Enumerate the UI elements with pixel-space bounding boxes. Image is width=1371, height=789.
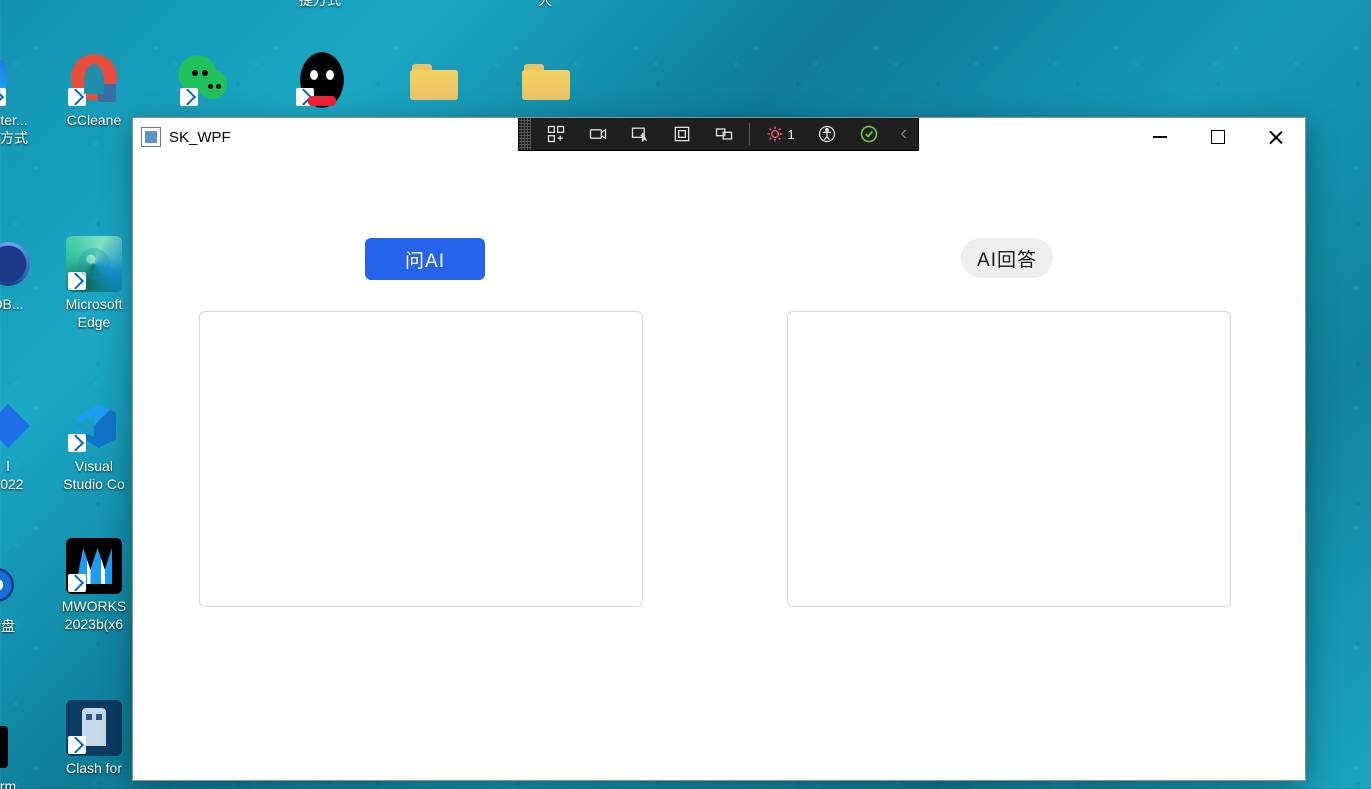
app-window: SK_WPF 1: [132, 117, 1306, 781]
window-controls: [1131, 118, 1305, 156]
hot-reload-button[interactable]: [848, 118, 890, 150]
ask-ai-button[interactable]: 问AI: [365, 238, 485, 280]
desktop-icon-label: DB...: [0, 296, 52, 314]
desktop-icon-label: Microsoft Edge: [50, 296, 138, 331]
pointer-icon: [630, 124, 650, 144]
desktop-icon-clash[interactable]: Clash for: [50, 700, 138, 778]
ccleaner-icon: [66, 52, 122, 108]
desktop-icon-qq[interactable]: [278, 52, 366, 112]
desktop-icon-label: l 2022: [0, 458, 52, 493]
app-icon: [141, 127, 161, 147]
live-visual-tree-button[interactable]: [535, 118, 577, 150]
shortcut-arrow-icon: [0, 88, 6, 106]
right-column: AI回答: [773, 156, 1293, 780]
left-column: 问AI: [185, 156, 705, 780]
minimize-button[interactable]: [1131, 118, 1189, 156]
edge-icon: [66, 236, 122, 292]
app-icon: [0, 52, 42, 108]
desktop-icon-label: rm: [0, 778, 52, 789]
shortcut-arrow-icon: [68, 574, 86, 592]
desktop-label-remnant: 大: [505, 0, 585, 10]
layout-icon: [672, 124, 692, 144]
app-body: 问AI AI回答: [133, 156, 1305, 780]
desktop-icon-folder-1[interactable]: [390, 52, 478, 112]
folder-icon: [518, 52, 574, 108]
visualstudio-icon: [0, 398, 36, 454]
maximize-icon: [1211, 130, 1225, 144]
shortcut-arrow-icon: [68, 736, 86, 754]
drag-grip-icon[interactable]: [519, 118, 531, 150]
ai-answer-button[interactable]: AI回答: [961, 238, 1053, 278]
shortcut-arrow-icon: [68, 272, 86, 290]
close-button[interactable]: [1247, 118, 1305, 156]
desktop-label-remnant: 捷方式: [280, 0, 360, 10]
desktop-icon-label: Clash for: [50, 760, 138, 778]
tree-icon: [546, 124, 566, 144]
rm-icon: [0, 718, 36, 774]
desktop-icon-vs[interactable]: l 2022: [0, 398, 52, 493]
track-focus-button[interactable]: [703, 118, 745, 150]
chevron-left-icon: [897, 127, 911, 141]
desktop-icon-folder-2[interactable]: [502, 52, 590, 112]
maximize-button[interactable]: [1189, 118, 1247, 156]
qq-icon: [294, 52, 350, 108]
select-element-button[interactable]: [619, 118, 661, 150]
errors-count: 1: [787, 127, 794, 142]
desktop-icon-label: Visual Studio Co: [50, 458, 138, 493]
checkmark-circle-icon: [859, 124, 879, 144]
accessibility-button[interactable]: [806, 118, 848, 150]
shortcut-arrow-icon: [68, 88, 86, 106]
desktop-icon-mworks[interactable]: MWORKS 2023b(x6: [50, 538, 138, 633]
errors-button[interactable]: 1: [754, 118, 806, 150]
desktop-icon-wechat[interactable]: [162, 52, 250, 112]
db-icon: [0, 236, 36, 292]
shortcut-arrow-icon: [296, 88, 314, 106]
separator: [749, 123, 750, 145]
folder-icon: [406, 52, 462, 108]
desktop-icon-vscode[interactable]: Visual Studio Co: [50, 398, 138, 493]
desktop-icon-label: CCleane: [50, 112, 138, 130]
minimize-icon: [1153, 136, 1167, 138]
gear-error-icon: [765, 124, 785, 144]
shortcut-arrow-icon: [180, 88, 198, 106]
desktop-icon-disk[interactable]: 盘: [0, 558, 52, 636]
camera-button[interactable]: [577, 118, 619, 150]
shortcut-arrow-icon: [68, 434, 86, 452]
accessibility-icon: [817, 124, 837, 144]
collapse-toolbar-button[interactable]: [890, 127, 918, 141]
xaml-debug-toolbar[interactable]: 1: [518, 118, 919, 151]
answer-output[interactable]: [787, 311, 1231, 607]
close-icon: [1269, 130, 1283, 144]
question-input[interactable]: [199, 311, 643, 607]
disk-icon: [0, 558, 36, 614]
desktop-icon-edge[interactable]: Microsoft Edge: [50, 236, 138, 331]
desktop-icon-label: MWORKS 2023b(x6: [50, 598, 138, 633]
layout-adorners-button[interactable]: [661, 118, 703, 150]
track-icon: [714, 124, 734, 144]
vscode-icon: [66, 398, 122, 454]
wechat-icon: [178, 52, 234, 108]
window-title: SK_WPF: [169, 129, 231, 146]
camera-icon: [588, 124, 608, 144]
mworks-icon: [66, 538, 122, 594]
desktop-icon-label: 盘: [0, 618, 52, 636]
clash-icon: [66, 700, 122, 756]
desktop-icon-ccleaner[interactable]: CCleane: [50, 52, 138, 130]
desktop-icon-rm[interactable]: rm: [0, 718, 52, 789]
desktop-icon-db[interactable]: DB...: [0, 236, 52, 314]
